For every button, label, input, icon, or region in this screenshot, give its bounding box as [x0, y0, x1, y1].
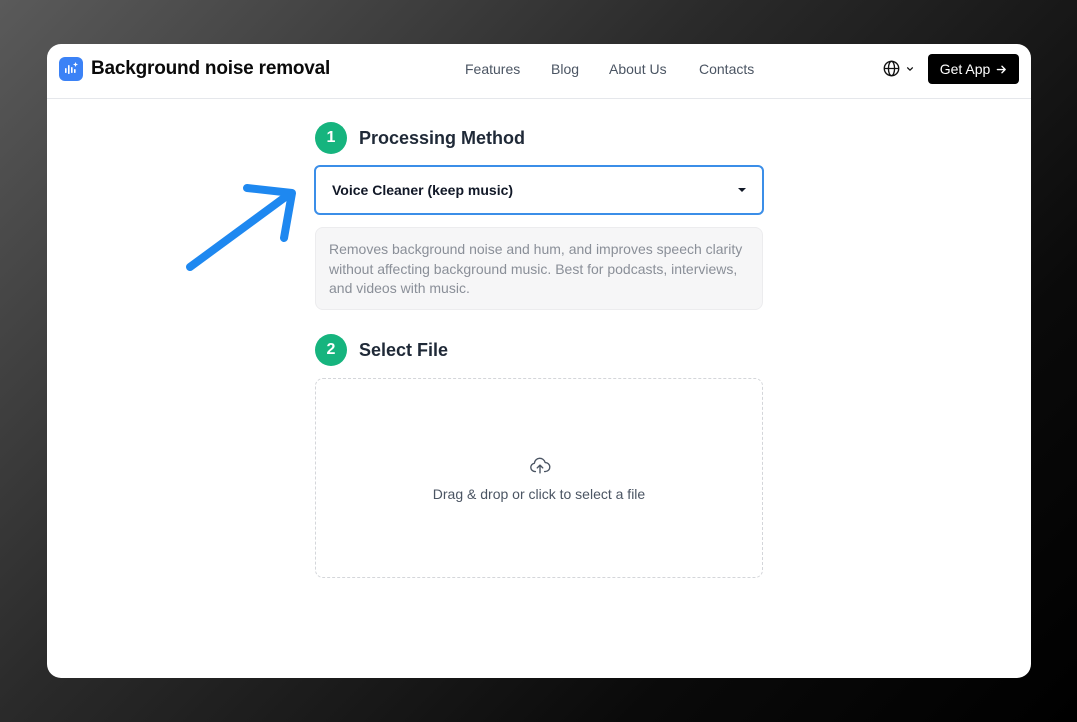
- caret-down-icon: [738, 188, 746, 192]
- nav-contacts[interactable]: Contacts: [699, 61, 754, 77]
- step-1-badge: 1: [315, 122, 347, 154]
- select-value: Voice Cleaner (keep music): [332, 182, 514, 198]
- site-title[interactable]: Background noise removal: [91, 58, 330, 80]
- get-app-button[interactable]: Get App: [928, 54, 1019, 84]
- file-dropzone[interactable]: Drag & drop or click to select a file: [315, 378, 763, 578]
- cloud-upload-icon: [530, 457, 551, 474]
- site-header: Background noise removal Features Blog A…: [47, 44, 1031, 99]
- dropzone-text: Drag & drop or click to select a file: [432, 486, 646, 502]
- browser-window: Background noise removal Features Blog A…: [47, 44, 1031, 678]
- chevron-down-icon[interactable]: [906, 65, 914, 73]
- step-2-title: Select File: [359, 340, 449, 360]
- sound-wave-sparkle-icon[interactable]: [59, 57, 83, 81]
- annotation-arrow-icon: [186, 184, 296, 271]
- arrow-right-icon: [996, 65, 1007, 73]
- method-description: Removes background noise and hum, and im…: [315, 227, 763, 310]
- globe-icon[interactable]: [883, 60, 900, 77]
- processing-method-select[interactable]: Voice Cleaner (keep music): [314, 165, 764, 215]
- nav-features[interactable]: Features: [465, 61, 520, 77]
- step-2-badge: 2: [315, 334, 347, 366]
- nav-about-us[interactable]: About Us: [609, 61, 667, 77]
- step-1-title: Processing Method: [359, 128, 526, 148]
- nav-blog[interactable]: Blog: [551, 61, 579, 77]
- get-app-label: Get App: [939, 61, 991, 77]
